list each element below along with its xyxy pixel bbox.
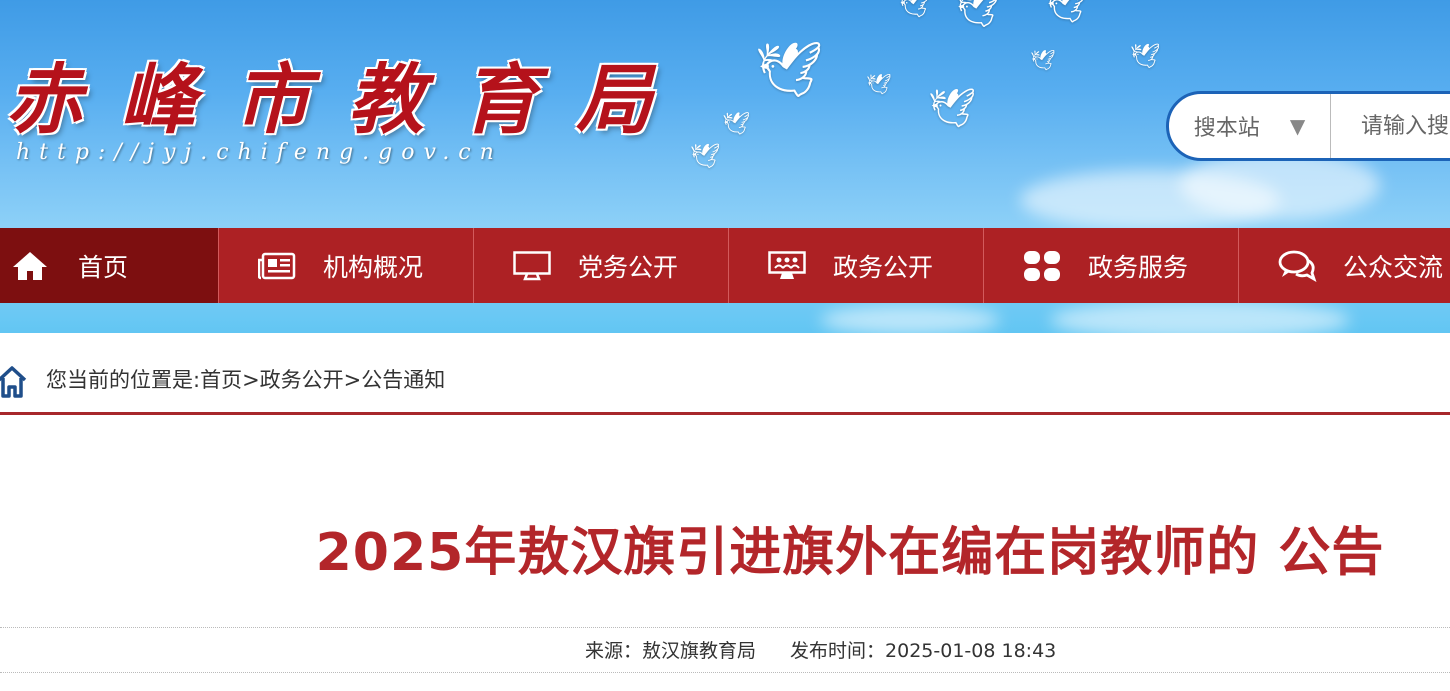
search-scope-label: 搜本站 xyxy=(1193,116,1260,141)
date-label: 发布时间： xyxy=(790,640,886,662)
home-icon xyxy=(10,250,50,282)
dove-icon: 🕊 xyxy=(955,0,1001,30)
breadcrumb-text: 您当前的位置是:首页>政务公开>公告通知 xyxy=(46,368,446,392)
cloud-decoration xyxy=(820,305,1000,333)
breadcrumb: 您当前的位置是:首页>政务公开>公告通知 xyxy=(0,360,1450,415)
nav-item-public-exchange[interactable]: 公众交流 xyxy=(1239,228,1450,303)
dove-icon: 🕊 xyxy=(928,86,977,130)
monitor-icon xyxy=(512,250,552,282)
nav-item-government-affairs[interactable]: 政务公开 xyxy=(729,228,984,303)
nav-item-label: 机构概况 xyxy=(323,252,424,282)
search-input[interactable] xyxy=(1331,112,1450,140)
dove-icon: 🕊 xyxy=(1030,48,1056,72)
date-value: 2025-01-08 18:43 xyxy=(885,640,1057,662)
article-title: 2025年敖汉旗引进旗外在编在岗教师的 公告 xyxy=(315,523,1385,583)
nav-item-home[interactable]: 首页 xyxy=(0,228,219,303)
house-outline-icon xyxy=(0,360,28,400)
nav-item-party-affairs[interactable]: 党务公开 xyxy=(474,228,729,303)
dove-icon: 🕊 xyxy=(755,38,824,101)
nav-item-label: 政务公开 xyxy=(833,252,934,282)
site-url: http://jyj.chifeng.gov.cn xyxy=(16,140,503,165)
chat-icon xyxy=(1277,250,1317,282)
site-title: 赤峰市教育局 xyxy=(6,55,690,144)
dove-icon: 🕊 xyxy=(1045,0,1089,26)
grid-icon xyxy=(1022,250,1062,282)
presentation-icon xyxy=(767,250,807,282)
chevron-down-icon: ▼ xyxy=(1289,114,1306,138)
nav-item-label: 政务服务 xyxy=(1088,252,1189,282)
nav-item-label: 党务公开 xyxy=(578,252,679,282)
source-value: 敖汉旗教育局 xyxy=(642,640,757,662)
article-meta: 来源：敖汉旗教育局 发布时间：2025-01-08 18:43 xyxy=(0,627,1450,673)
newspaper-icon xyxy=(257,250,297,282)
search-box: 搜本站 ▼ xyxy=(1166,91,1450,161)
cloud-decoration xyxy=(1050,300,1350,333)
nav-item-label: 首页 xyxy=(78,252,129,282)
dove-icon: 🕊 xyxy=(1130,42,1161,70)
dove-icon: 🕊 xyxy=(866,72,892,96)
dove-icon: 🕊 xyxy=(722,112,750,137)
main-nav: 首页 机构概况 党务公开 政务公开 政务服务 公众交流 xyxy=(0,228,1450,303)
source-label: 来源： xyxy=(585,640,643,662)
nav-item-label: 公众交流 xyxy=(1343,252,1444,282)
dove-icon: 🕊 xyxy=(690,142,721,170)
search-scope-select[interactable]: 搜本站 ▼ xyxy=(1169,94,1331,158)
nav-item-about[interactable]: 机构概况 xyxy=(219,228,474,303)
nav-item-government-services[interactable]: 政务服务 xyxy=(984,228,1239,303)
dove-icon: 🕊 xyxy=(898,0,932,20)
